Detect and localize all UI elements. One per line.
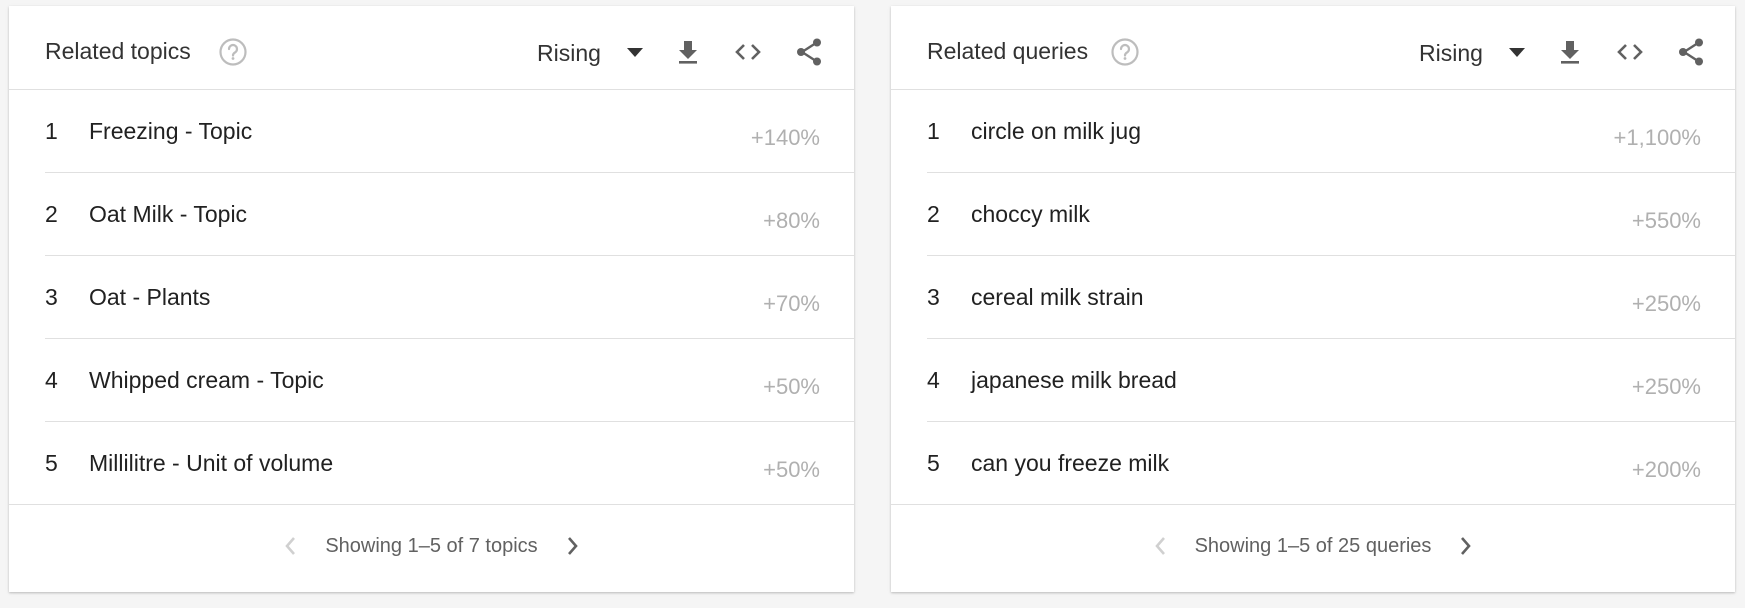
card-footer: Showing 1–5 of 7 topics <box>9 505 854 587</box>
rank-number: 2 <box>45 201 58 227</box>
pagination: Showing 1–5 of 7 topics <box>9 533 854 559</box>
help-circle-icon[interactable] <box>218 37 248 67</box>
term-link[interactable]: Oat Milk - Topic <box>89 201 247 228</box>
list-item[interactable]: 1 circle on milk jug +1,100% <box>927 90 1735 173</box>
code-icon[interactable] <box>732 36 764 68</box>
share-icon[interactable] <box>793 36 825 68</box>
code-icon[interactable] <box>1614 36 1646 68</box>
chevron-left-icon[interactable] <box>1147 533 1173 559</box>
share-icon[interactable] <box>1675 36 1707 68</box>
related-topics-card: Related topics Rising 1 Freezing - Topic… <box>9 6 854 592</box>
rising-value: +140% <box>750 125 820 150</box>
chevron-right-icon[interactable] <box>1453 533 1479 559</box>
term-link[interactable]: Oat - Plants <box>89 284 210 311</box>
rising-value: +200% <box>1631 457 1701 482</box>
rising-value: +250% <box>1631 291 1701 316</box>
rank-number: 4 <box>45 367 58 393</box>
rank-number: 1 <box>45 118 58 144</box>
related-queries-card: Related queries Rising 1 circle on milk … <box>891 6 1735 592</box>
help-circle-icon[interactable] <box>1110 37 1140 67</box>
term-link[interactable]: japanese milk bread <box>971 367 1177 394</box>
rising-value: +50% <box>763 457 820 482</box>
pagination-text: Showing 1–5 of 7 topics <box>325 534 538 557</box>
dropdown-label: Rising <box>1419 39 1483 66</box>
list-item[interactable]: 3 cereal milk strain +250% <box>927 256 1735 339</box>
rank-number: 2 <box>927 201 940 227</box>
rising-value: +1,100% <box>1613 125 1701 150</box>
rank-number: 4 <box>927 367 940 393</box>
rising-value: +550% <box>1631 208 1701 233</box>
download-icon[interactable] <box>1554 36 1586 68</box>
rank-number: 5 <box>927 450 940 476</box>
queries-list: 1 circle on milk jug +1,100% 2 choccy mi… <box>891 90 1735 505</box>
pagination-text: Showing 1–5 of 25 queries <box>1194 534 1432 557</box>
rising-value: +70% <box>763 291 820 316</box>
card-title: Related topics <box>45 38 191 64</box>
card-title: Related queries <box>927 38 1089 64</box>
sort-dropdown[interactable]: Rising <box>537 34 643 72</box>
chevron-left-icon[interactable] <box>277 533 303 559</box>
rising-value: +80% <box>763 208 820 233</box>
term-link[interactable]: circle on milk jug <box>971 118 1141 145</box>
topics-list: 1 Freezing - Topic +140% 2 Oat Milk - To… <box>9 90 854 505</box>
list-item[interactable]: 1 Freezing - Topic +140% <box>45 90 854 173</box>
download-icon[interactable] <box>672 36 704 68</box>
list-item[interactable]: 2 Oat Milk - Topic +80% <box>45 173 854 256</box>
list-item[interactable]: 5 can you freeze milk +200% <box>891 422 1735 505</box>
list-item[interactable]: 4 japanese milk bread +250% <box>927 339 1735 422</box>
term-link[interactable]: cereal milk strain <box>971 284 1144 311</box>
list-item[interactable]: 4 Whipped cream - Topic +50% <box>45 339 854 422</box>
term-link[interactable]: choccy milk <box>971 201 1090 228</box>
term-link[interactable]: Whipped cream - Topic <box>89 367 324 394</box>
rising-value: +250% <box>1631 374 1701 399</box>
card-header: Related topics Rising <box>9 6 854 90</box>
rank-number: 5 <box>45 450 58 476</box>
chevron-right-icon[interactable] <box>560 533 586 559</box>
card-footer: Showing 1–5 of 25 queries <box>891 505 1735 587</box>
rank-number: 1 <box>927 118 940 144</box>
triangle-down-icon <box>626 48 643 57</box>
pagination: Showing 1–5 of 25 queries <box>891 533 1735 559</box>
dropdown-label: Rising <box>537 39 601 66</box>
card-header: Related queries Rising <box>891 6 1735 90</box>
rising-value: +50% <box>763 374 820 399</box>
list-item[interactable]: 3 Oat - Plants +70% <box>45 256 854 339</box>
term-link[interactable]: Millilitre - Unit of volume <box>89 450 333 477</box>
term-link[interactable]: Freezing - Topic <box>89 118 252 145</box>
term-link[interactable]: can you freeze milk <box>971 450 1169 477</box>
triangle-down-icon <box>1508 48 1525 57</box>
list-item[interactable]: 2 choccy milk +550% <box>927 173 1735 256</box>
list-item[interactable]: 5 Millilitre - Unit of volume +50% <box>9 422 854 505</box>
rank-number: 3 <box>927 284 940 310</box>
rank-number: 3 <box>45 284 58 310</box>
sort-dropdown[interactable]: Rising <box>1419 34 1525 72</box>
